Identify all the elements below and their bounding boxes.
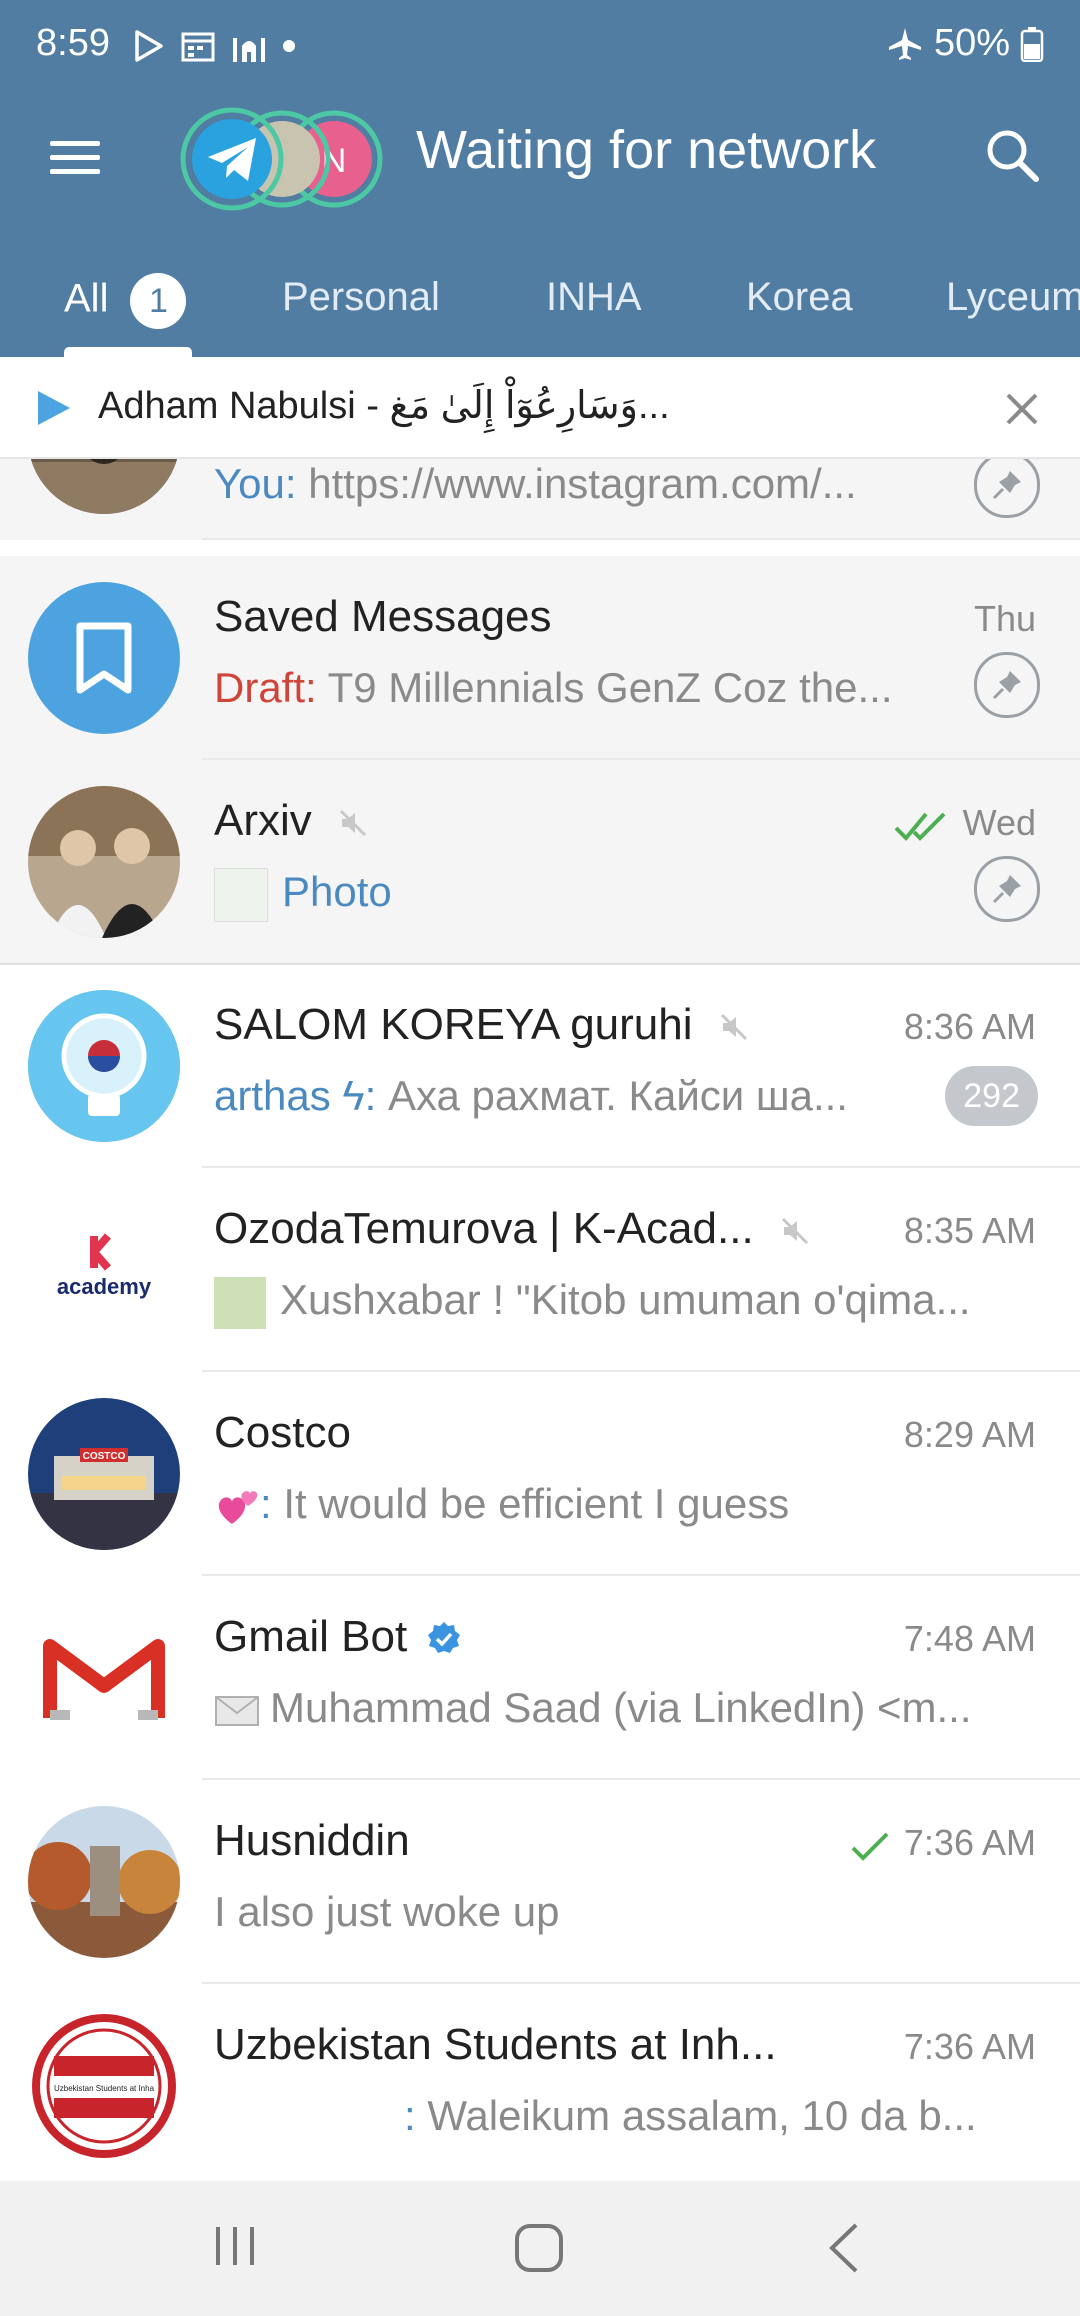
tab-personal[interactable]: Personal xyxy=(282,275,440,320)
chat-name: Arxiv xyxy=(214,796,368,846)
tab-lyceum[interactable]: Lyceum xyxy=(946,275,1080,320)
tab-korea[interactable]: Korea xyxy=(746,275,853,320)
avatar-logo-text: Uzbekistan Students at Inha xyxy=(54,2084,155,2093)
airplane-mode-icon xyxy=(888,27,921,60)
chat-row-arxiv[interactable]: Arxiv Wed Photo xyxy=(0,760,1080,964)
chat-list[interactable]: You: https://www.instagram.com/... Saved… xyxy=(0,459,1080,2181)
tab-inha[interactable]: INHA xyxy=(546,275,642,320)
chat-name: Saved Messages xyxy=(214,592,552,641)
bookmark-icon xyxy=(76,622,132,694)
chat-preview: : Waleikum assalam, 10 da b... xyxy=(404,2092,977,2139)
chat-row-ozodatemurova[interactable]: academy OzodaTemurova | K-Acad... 8:35 A… xyxy=(0,1168,1080,1372)
avatar: COSTCO xyxy=(28,1398,180,1550)
avatar-logo-text: COSTCO xyxy=(83,1451,126,1462)
search-icon xyxy=(987,130,1039,182)
audio-player-bar[interactable]: Adham Nabulsi - وَسَارِعُوٓاْ إِلَىٰ مَغ… xyxy=(0,357,1080,459)
chat-name: Husniddin xyxy=(214,1816,410,1865)
chat-preview: Photo xyxy=(214,868,392,922)
chat-preview: : It would be efficient I guess xyxy=(214,1480,789,1528)
avatar xyxy=(28,1806,180,1958)
chat-name: Costco xyxy=(214,1408,351,1457)
chat-time: Wed xyxy=(962,802,1036,843)
chat-row-gmail-bot[interactable]: Gmail Bot 7:48 AM Muhammad Saad (via Lin… xyxy=(0,1576,1080,1780)
chat-name: Gmail Bot xyxy=(214,1612,463,1662)
chat-preview: arthas ϟ: Аха рахмат. Кайси ша... xyxy=(214,1072,848,1119)
photo-thumbnail xyxy=(214,1276,266,1329)
chat-time: 8:35 AM xyxy=(903,1210,1036,1251)
status-bar: 8:59 50% xyxy=(0,0,1080,95)
battery-icon xyxy=(1020,26,1044,62)
saved-messages-avatar xyxy=(28,582,180,734)
mosque-icon xyxy=(233,38,265,62)
tab-label: All xyxy=(64,276,109,321)
chat-time: 7:36 AM xyxy=(903,1822,1036,1863)
chat-row-husniddin[interactable]: Husniddin 7:36 AM I also just woke up xyxy=(0,1780,1080,1984)
recent-apps-icon[interactable] xyxy=(210,2221,260,2271)
avatar-logo-text: academy xyxy=(57,1274,152,1299)
tab-unread-badge: 1 xyxy=(130,273,187,329)
muted-icon xyxy=(339,810,367,837)
tab-all[interactable]: All 1 xyxy=(64,273,187,329)
chat-time: 8:36 AM xyxy=(903,1006,1036,1047)
photo-thumbnail xyxy=(214,868,268,922)
chat-preview: Muhammad Saad (via LinkedIn) <m... xyxy=(214,1684,972,1732)
toolbar: N Waiting for network xyxy=(0,95,1080,213)
avatar xyxy=(28,990,180,1142)
pin-icon xyxy=(974,856,1040,922)
chat-preview: Xushxabar ! "Kitob umuman o'qima... xyxy=(214,1276,971,1329)
pin-icon xyxy=(974,652,1040,718)
check-icon xyxy=(851,1832,889,1861)
dot-icon xyxy=(283,40,295,52)
chat-name: SALOM KOREYA guruhi xyxy=(214,1000,749,1050)
calendar-icon xyxy=(181,32,215,62)
close-icon[interactable] xyxy=(1004,391,1040,427)
chat-time: 7:48 AM xyxy=(903,1618,1036,1659)
unread-counter: 292 xyxy=(945,1066,1038,1126)
chat-row-saved-messages[interactable]: Saved Messages Thu Draft: T9 Millennials… xyxy=(0,556,1080,760)
chat-row-pinned-partial[interactable]: You: https://www.instagram.com/... xyxy=(0,459,1080,540)
play-icon[interactable] xyxy=(36,389,72,427)
home-icon[interactable] xyxy=(512,2221,566,2275)
avatar xyxy=(28,459,180,514)
chat-row-salom-koreya[interactable]: SALOM KOREYA guruhi 8:36 AM arthas ϟ: Ах… xyxy=(0,964,1080,1168)
chat-row-costco[interactable]: COSTCO Costco 8:29 AM : It would be effi… xyxy=(0,1372,1080,1576)
pin-icon xyxy=(974,459,1040,518)
play-store-icon xyxy=(135,30,163,62)
chat-preview: You: https://www.instagram.com/... xyxy=(214,460,857,507)
muted-icon xyxy=(781,1218,808,1245)
gmail-logo-avatar xyxy=(28,1602,180,1754)
chat-name: OzodaTemurova | K-Acad... xyxy=(214,1204,810,1254)
page-title: Waiting for network xyxy=(416,120,877,180)
stories-avatars[interactable]: N xyxy=(178,105,388,213)
battery-percent: 50% xyxy=(933,22,1010,64)
two-hearts-emoji-icon xyxy=(218,1491,258,1524)
status-notification-icons xyxy=(132,26,296,66)
avatar: Uzbekistan Students at Inha xyxy=(28,2010,180,2162)
double-check-icon xyxy=(894,812,946,841)
back-icon[interactable] xyxy=(820,2221,870,2275)
system-navigation-bar xyxy=(0,2181,1080,2316)
active-tab-indicator xyxy=(64,347,192,357)
avatar: academy xyxy=(28,1194,180,1346)
avatar xyxy=(28,786,180,938)
envelope-emoji-icon xyxy=(215,1695,259,1726)
audio-track-title: Adham Nabulsi - وَسَارِعُوٓاْ إِلَىٰ مَغ… xyxy=(98,385,670,427)
verified-icon xyxy=(428,1622,461,1654)
app-header: 8:59 50% N Waiting for network All 1 Per… xyxy=(0,0,1080,357)
chat-time: 8:29 AM xyxy=(903,1414,1036,1455)
status-right: 50% xyxy=(886,22,1044,65)
status-time: 8:59 xyxy=(36,22,110,64)
chat-preview: I also just woke up xyxy=(214,1888,560,1935)
folder-tabs: All 1 Personal INHA Korea Lyceum xyxy=(0,255,1080,357)
hamburger-menu-icon xyxy=(50,141,100,174)
menu-button[interactable] xyxy=(40,125,110,185)
chat-time: Thu xyxy=(973,598,1036,639)
gmail-icon xyxy=(43,1639,165,1720)
muted-icon xyxy=(720,1014,747,1041)
search-button[interactable] xyxy=(980,123,1046,189)
chat-row-uzbekistan-students[interactable]: Uzbekistan Students at Inha Uzbekistan S… xyxy=(0,1984,1080,2181)
chat-preview: Draft: T9 Millennials GenZ Coz the... xyxy=(214,664,893,711)
chat-name: Uzbekistan Students at Inh... xyxy=(214,2020,777,2069)
chat-time: 7:36 AM xyxy=(903,2026,1036,2067)
